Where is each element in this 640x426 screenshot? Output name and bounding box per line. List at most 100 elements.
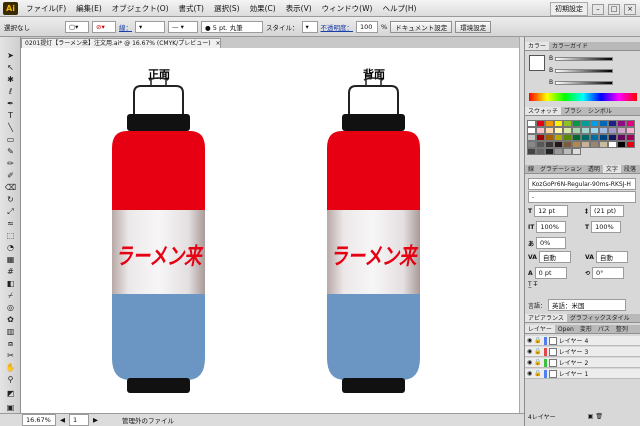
swatch[interactable] xyxy=(608,134,617,141)
eraser-tool-icon[interactable]: ⌫ xyxy=(3,183,18,193)
swatch[interactable] xyxy=(527,141,536,148)
zoom-tool-icon[interactable]: ⚲ xyxy=(3,375,18,385)
menu-object[interactable]: オブジェクト(O) xyxy=(107,3,174,14)
swatch[interactable] xyxy=(608,127,617,134)
swatch[interactable] xyxy=(581,141,590,148)
new-layer-icon[interactable]: ▣ xyxy=(588,413,594,420)
language-select[interactable]: 英語：米国 xyxy=(548,299,627,311)
stroke-weight-field[interactable]: ▾ xyxy=(135,20,165,33)
swatch[interactable] xyxy=(581,127,590,134)
brush-selector[interactable]: ● 5 pt. 丸筆 xyxy=(201,20,263,33)
stroke-color-picker[interactable]: ⊘▾ xyxy=(92,20,116,33)
opacity-label[interactable]: 不透明度： xyxy=(321,22,354,32)
swatch[interactable] xyxy=(581,134,590,141)
layer-row[interactable]: ◉ 🔒 レイヤー 2 xyxy=(525,358,640,368)
mesh-tool-icon[interactable]: # xyxy=(3,267,18,277)
menu-help[interactable]: ヘルプ(H) xyxy=(377,3,421,14)
blend-tool-icon[interactable]: ◎ xyxy=(3,303,18,313)
visibility-eye-icon[interactable]: ◉ xyxy=(527,359,532,366)
tab-transparency[interactable]: 透明 xyxy=(585,165,603,173)
swatch[interactable] xyxy=(572,134,581,141)
swatch[interactable] xyxy=(563,148,572,155)
document-tab[interactable]: 0201提灯【ラーメン来】注文用.ai* @ 16.67% (CMYK/プレビュ… xyxy=(21,38,221,48)
swatch[interactable] xyxy=(554,120,563,127)
paintbrush-tool-icon[interactable]: ✎ xyxy=(3,147,18,157)
shape-builder-tool-icon[interactable]: ◔ xyxy=(3,243,18,253)
tab-graphic-styles[interactable]: グラフィックスタイル xyxy=(567,314,633,322)
swatch[interactable] xyxy=(563,127,572,134)
rotate-tool-icon[interactable]: ↻ xyxy=(3,195,18,205)
variable-width-profile[interactable]: — ▾ xyxy=(168,20,198,33)
opacity-field[interactable]: 100 xyxy=(356,20,378,33)
swatch[interactable] xyxy=(527,127,536,134)
tab-transform[interactable]: 変形 xyxy=(577,325,595,333)
color-channel-1[interactable]: B xyxy=(549,55,614,62)
pencil-tool-icon[interactable]: ✏ xyxy=(3,159,18,169)
swatch[interactable] xyxy=(599,141,608,148)
tab-brushes[interactable]: ブラシ xyxy=(561,107,585,115)
lock-icon[interactable]: 🔒 xyxy=(534,359,541,366)
swatch[interactable] xyxy=(527,134,536,141)
fill-stroke-indicator[interactable] xyxy=(529,55,545,71)
blob-brush-tool-icon[interactable]: ✐ xyxy=(3,171,18,181)
swatch[interactable] xyxy=(626,141,635,148)
swatch[interactable] xyxy=(545,148,554,155)
swatch[interactable] xyxy=(563,120,572,127)
swatch[interactable] xyxy=(581,120,590,127)
swatch[interactable] xyxy=(554,127,563,134)
graphic-style-picker[interactable]: ▾ xyxy=(301,20,318,33)
lock-icon[interactable]: 🔒 xyxy=(534,337,541,344)
swatch[interactable] xyxy=(527,148,536,155)
swatch[interactable] xyxy=(608,120,617,127)
swatch[interactable] xyxy=(626,127,635,134)
swatch[interactable] xyxy=(536,127,545,134)
close-window-icon[interactable]: × xyxy=(624,3,636,15)
workspace-switcher[interactable]: 初期設定 xyxy=(550,2,588,16)
next-artboard-icon[interactable]: ▶ xyxy=(93,416,98,424)
tracking-field[interactable]: 自動 xyxy=(595,251,628,263)
swatch[interactable] xyxy=(554,148,563,155)
tab-color[interactable]: カラー xyxy=(525,42,550,50)
screen-mode-icon[interactable]: ▣ xyxy=(3,403,18,413)
swatch[interactable] xyxy=(572,148,581,155)
document-setup-button[interactable]: ドキュメント設定 xyxy=(390,20,453,33)
color-channel-2[interactable]: B xyxy=(549,67,614,74)
swatch[interactable] xyxy=(554,141,563,148)
direct-selection-tool-icon[interactable]: ↖ xyxy=(3,63,18,73)
vertical-scale-field[interactable]: 100% xyxy=(536,221,567,233)
swatch[interactable] xyxy=(590,134,599,141)
delete-layer-icon[interactable]: 🗑 xyxy=(595,413,603,420)
visibility-eye-icon[interactable]: ◉ xyxy=(527,370,532,377)
symbol-sprayer-tool-icon[interactable]: ✿ xyxy=(3,315,18,325)
swatch[interactable] xyxy=(527,120,536,127)
swatch[interactable] xyxy=(599,120,608,127)
swatch[interactable] xyxy=(545,127,554,134)
type-tool-icon[interactable]: T xyxy=(3,111,18,121)
swatch[interactable] xyxy=(554,134,563,141)
artboard-canvas[interactable]: 正面 ラーメン来 背面 ラーメン来 xyxy=(21,48,519,413)
swatch[interactable] xyxy=(572,120,581,127)
preferences-button[interactable]: 環境設定 xyxy=(455,20,492,33)
graph-tool-icon[interactable]: ▥ xyxy=(3,327,18,337)
color-channel-3[interactable]: B xyxy=(549,79,614,86)
pen-tool-icon[interactable]: ✒ xyxy=(3,99,18,109)
swatch[interactable] xyxy=(545,120,554,127)
swatch[interactable] xyxy=(545,134,554,141)
perspective-grid-tool-icon[interactable]: ▦ xyxy=(3,255,18,265)
lasso-tool-icon[interactable]: ℓ xyxy=(3,87,18,97)
rotation-field[interactable]: 0° xyxy=(592,267,625,279)
warp-tool-icon[interactable]: ≈ xyxy=(3,219,18,229)
tsume-field[interactable]: 0% xyxy=(536,237,567,249)
layer-row[interactable]: ◉ 🔒 レイヤー 3 xyxy=(525,347,640,357)
swatch[interactable] xyxy=(617,127,626,134)
swatch[interactable] xyxy=(536,141,545,148)
tab-stroke[interactable]: 線 xyxy=(525,165,537,173)
swatch[interactable] xyxy=(617,134,626,141)
visibility-eye-icon[interactable]: ◉ xyxy=(527,337,532,344)
swatch[interactable] xyxy=(590,141,599,148)
swatch[interactable] xyxy=(563,134,572,141)
kerning-field[interactable]: 自動 xyxy=(538,251,571,263)
line-tool-icon[interactable]: ╲ xyxy=(3,123,18,133)
font-size-field[interactable]: 12 pt xyxy=(534,205,569,217)
tab-layers[interactable]: レイヤー xyxy=(525,325,555,333)
